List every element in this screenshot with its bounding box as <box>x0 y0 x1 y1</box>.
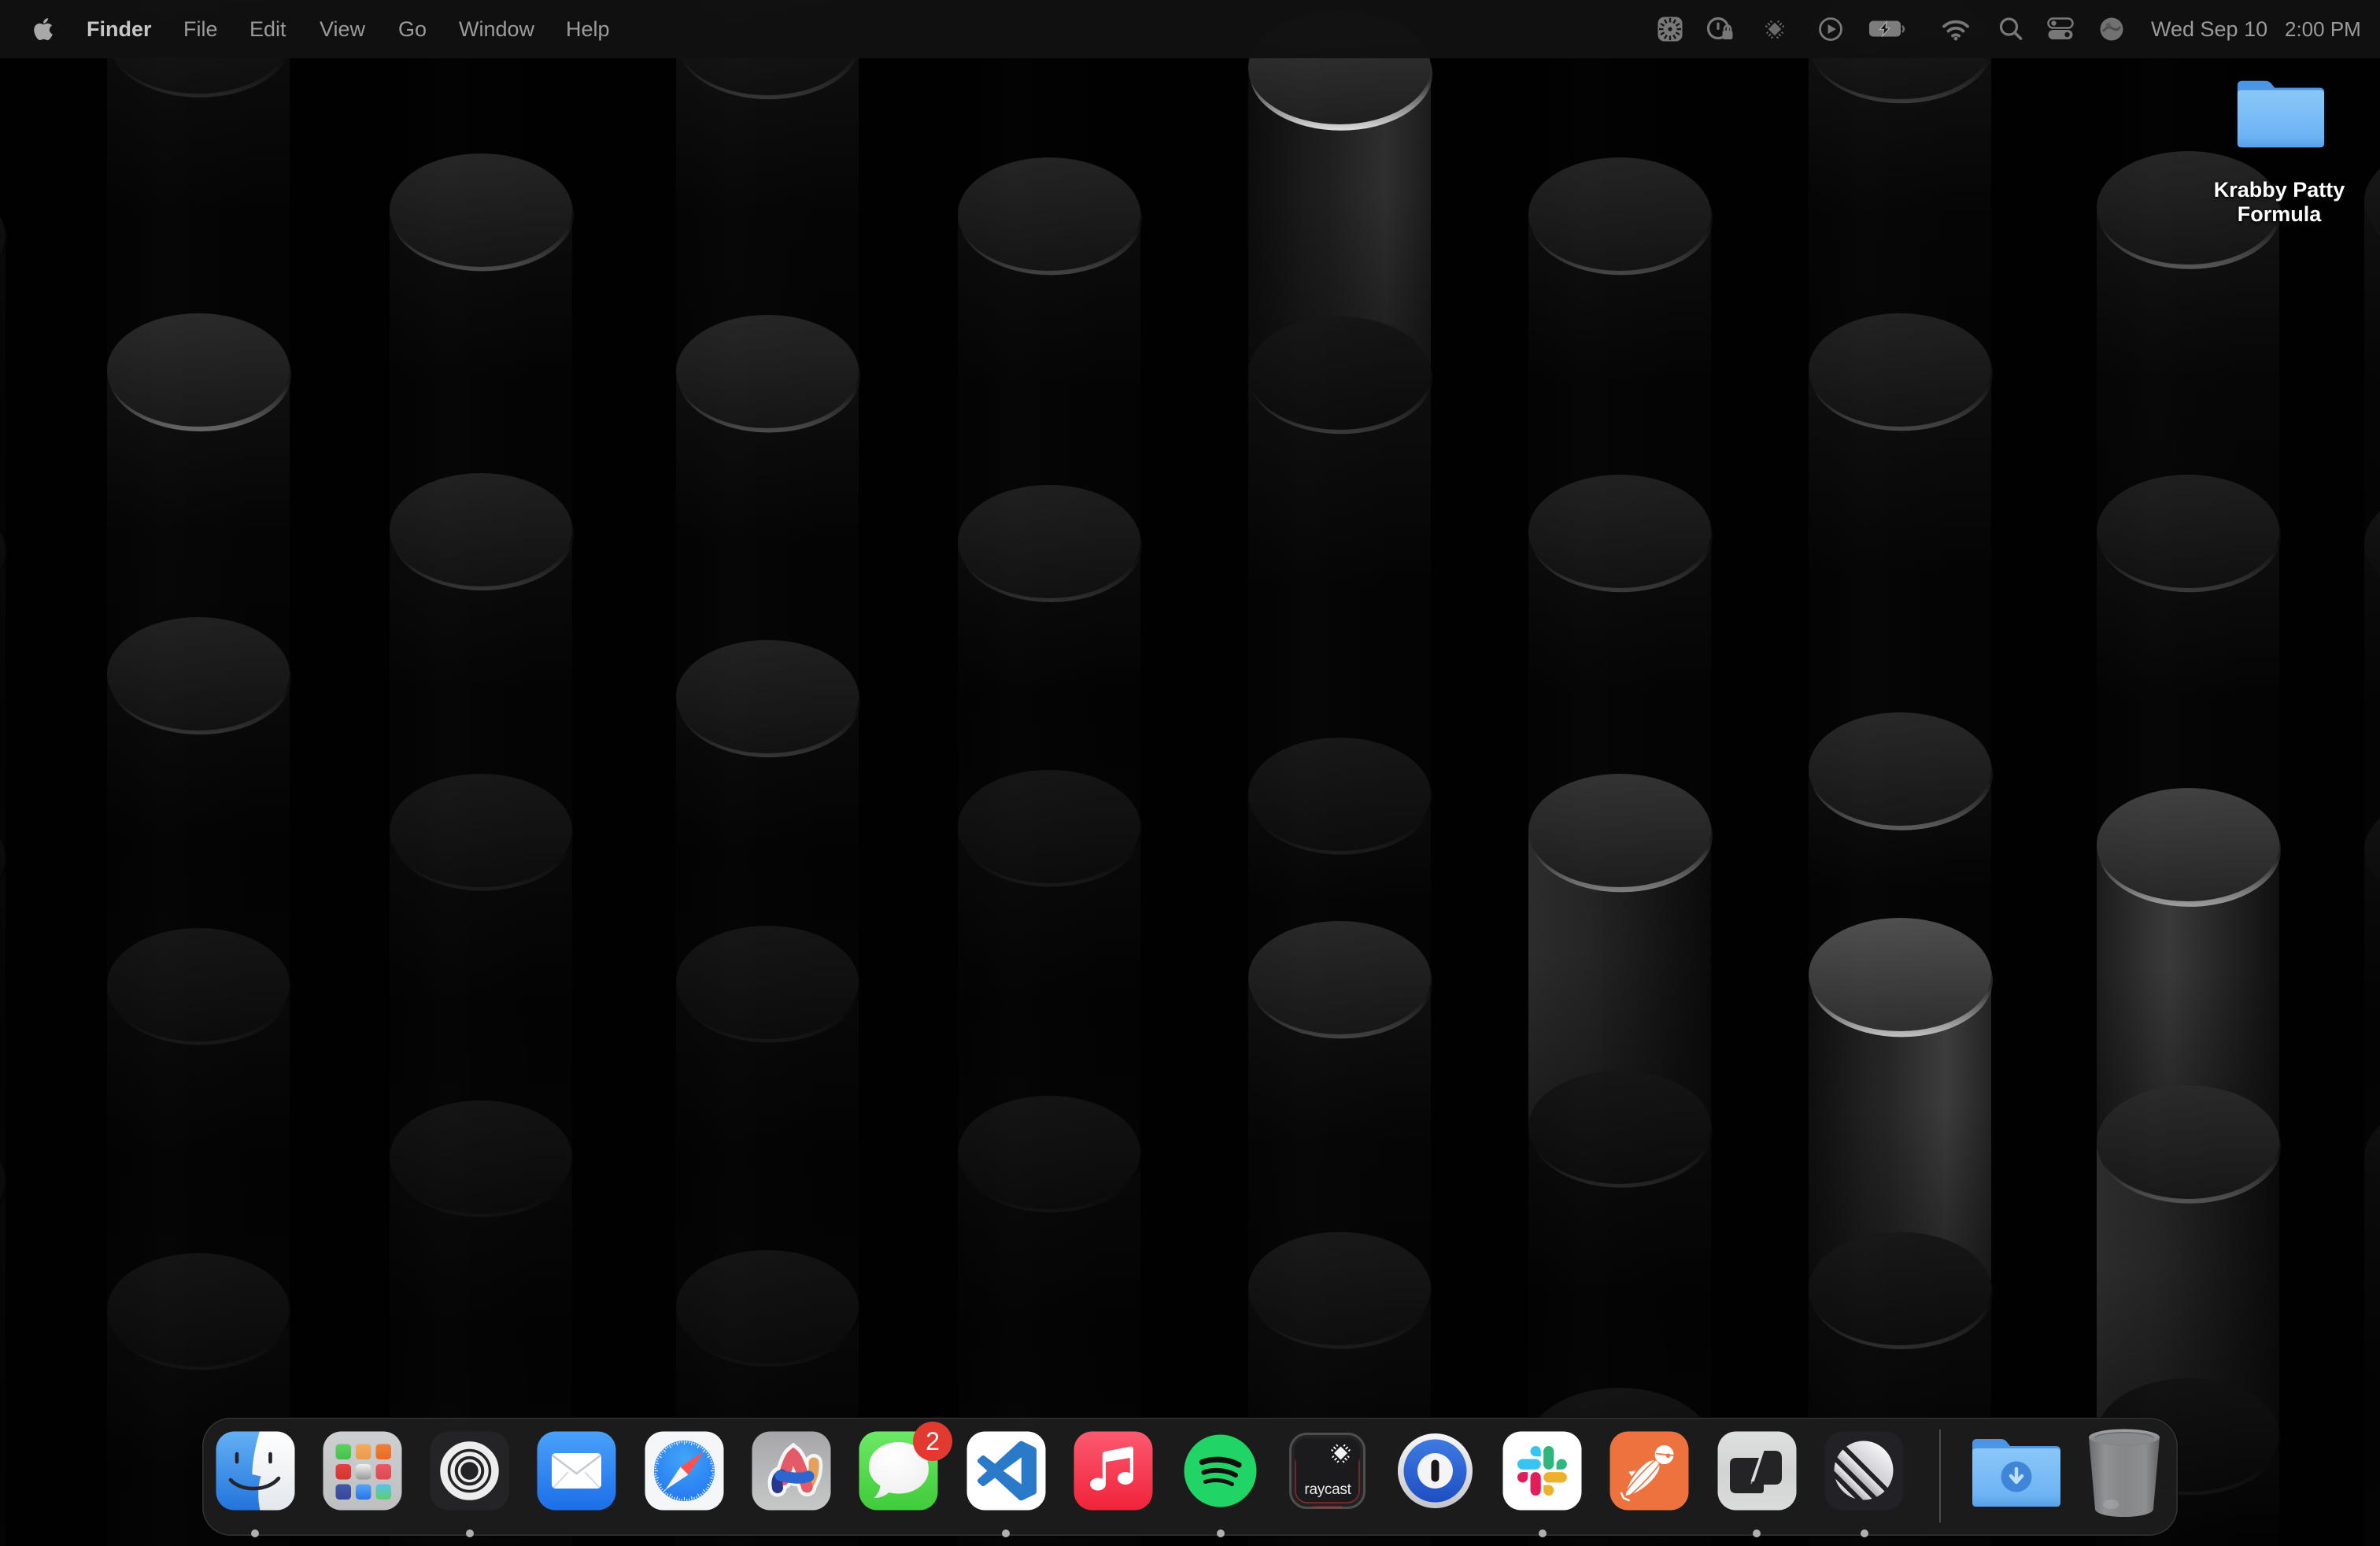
svg-text:raycast: raycast <box>1304 1481 1351 1498</box>
